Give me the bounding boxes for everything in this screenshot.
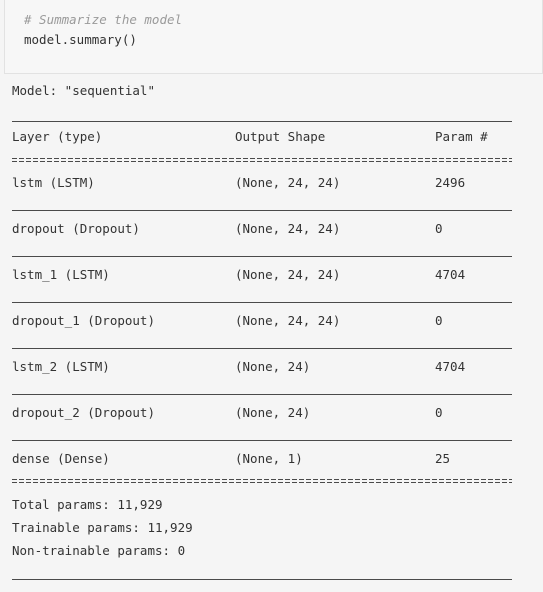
table-row-layer: dense (Dense)	[12, 451, 110, 466]
row-separator	[12, 348, 512, 349]
header-output-shape: Output Shape	[235, 129, 326, 144]
footer-double-rule-bottom	[12, 482, 512, 483]
code-cell[interactable]: # Summarize the model model.summary()	[4, 0, 543, 74]
header-double-rule-top	[12, 158, 512, 159]
row-separator	[12, 256, 512, 257]
table-row-output-shape: (None, 24, 24)	[235, 313, 341, 328]
table-row-output-shape: (None, 24, 24)	[235, 221, 341, 236]
table-top-rule	[12, 121, 512, 122]
code-line: model.summary()	[24, 32, 137, 47]
table-row-params: 0	[435, 405, 443, 420]
cell-output: Model: "sequential" Layer (type) Output …	[0, 74, 543, 592]
non-trainable-params: Non-trainable params: 0	[12, 543, 186, 558]
table-row-params: 4704	[435, 359, 466, 374]
table-row-layer: lstm_2 (LSTM)	[12, 359, 110, 374]
table-row-layer: lstm (LSTM)	[12, 175, 95, 190]
trainable-params: Trainable params: 11,929	[12, 520, 193, 535]
table-row-params: 0	[435, 313, 443, 328]
table-row-params: 25	[435, 451, 451, 466]
table-row-layer: dropout_1 (Dropout)	[12, 313, 155, 328]
footer-double-rule-top	[12, 479, 512, 480]
row-separator	[12, 210, 512, 211]
table-row-output-shape: (None, 24, 24)	[235, 267, 341, 282]
row-separator	[12, 394, 512, 395]
table-row-params: 4704	[435, 267, 466, 282]
header-double-rule-bottom	[12, 161, 512, 162]
total-params: Total params: 11,929	[12, 497, 163, 512]
table-row-output-shape: (None, 24)	[235, 405, 311, 420]
table-row-output-shape: (None, 1)	[235, 451, 303, 466]
header-layer-type: Layer (type)	[12, 129, 103, 144]
table-row-params: 0	[435, 221, 443, 236]
table-row-layer: dropout (Dropout)	[12, 221, 140, 236]
code-comment: # Summarize the model	[24, 12, 183, 27]
table-row-output-shape: (None, 24, 24)	[235, 175, 341, 190]
header-param-count: Param #	[435, 129, 488, 144]
model-name-label: Model: "sequential"	[12, 83, 155, 98]
table-bottom-rule	[12, 579, 512, 580]
table-row-layer: dropout_2 (Dropout)	[12, 405, 155, 420]
row-separator	[12, 440, 512, 441]
table-row-layer: lstm_1 (LSTM)	[12, 267, 110, 282]
table-row-output-shape: (None, 24)	[235, 359, 311, 374]
row-separator	[12, 302, 512, 303]
table-row-params: 2496	[435, 175, 466, 190]
